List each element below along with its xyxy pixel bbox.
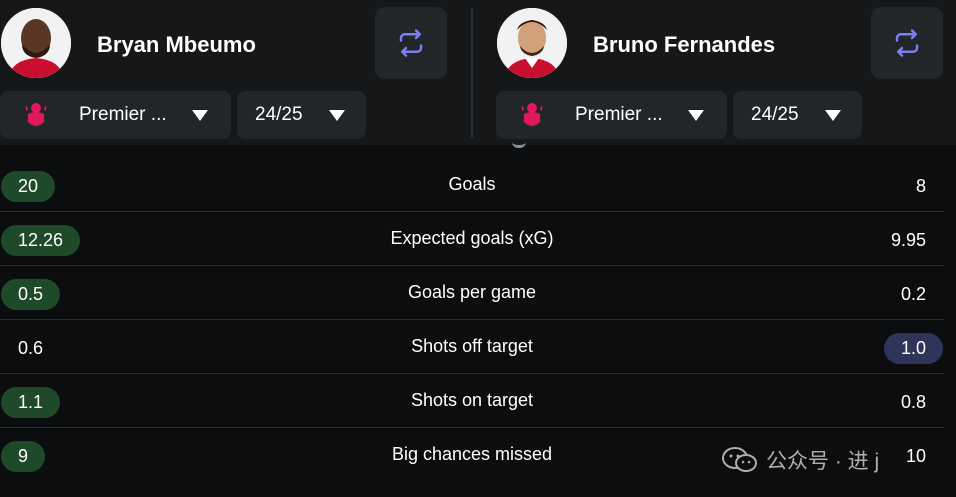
league-dropdown-value-left: Premier ... <box>79 104 167 125</box>
stat-value-right: 8 <box>915 176 926 196</box>
stat-label: Expected goals (xG) <box>390 228 554 248</box>
stat-row: 12.26 Expected goals (xG) 9.95 <box>0 212 944 266</box>
premier-league-icon <box>25 103 47 126</box>
player-name-right: Bruno Fernandes <box>593 32 776 57</box>
stat-row: 20 Goals 8 <box>0 158 944 212</box>
season-dropdown-right[interactable]: 24/25 <box>733 91 862 139</box>
stat-label: Goals per game <box>407 282 537 302</box>
league-dropdown-value-right: Premier ... <box>575 104 663 125</box>
season-dropdown-value-right: 24/25 <box>751 104 799 125</box>
stat-value-right: 0.2 <box>900 284 926 304</box>
player-photo-left <box>1 8 71 78</box>
season-dropdown-left[interactable]: 24/25 <box>237 91 366 139</box>
stat-value-right: 1.0 <box>883 333 943 364</box>
stat-label: Shots off target <box>411 336 533 356</box>
caret-down-icon <box>192 110 208 121</box>
season-dropdown-value-left: 24/25 <box>255 104 303 125</box>
watermark-text: 公众号 · 进 j <box>766 450 880 473</box>
stat-label: Goals <box>448 174 496 194</box>
caret-down-icon <box>688 110 704 121</box>
league-dropdown-left[interactable]: Premier ... <box>0 91 231 139</box>
player-avatar-left <box>1 8 71 78</box>
clipped-heading-glyph <box>512 142 526 148</box>
player-divider <box>471 8 473 138</box>
swap-player-button-left[interactable] <box>375 7 447 79</box>
stat-row: 0.6 Shots off target 1.0 <box>0 320 944 374</box>
caret-down-icon <box>329 110 345 121</box>
stat-value-right: 0.8 <box>900 392 926 412</box>
comparison-header: Bryan Mbeumo Premier ... 24/25 Bruno Fer… <box>0 0 956 145</box>
player-avatar-right <box>497 8 567 78</box>
stat-row: 1.1 Shots on target 0.8 <box>0 374 944 428</box>
swap-arrows-icon <box>399 29 423 57</box>
wechat-icon <box>722 447 757 472</box>
stat-value-right: 10 <box>905 446 926 466</box>
swap-arrows-icon <box>895 29 919 57</box>
swap-player-button-right[interactable] <box>871 7 943 79</box>
player-panel-right: Bruno Fernandes Premier ... 24/25 <box>496 0 956 145</box>
player-photo-right <box>497 8 567 78</box>
stats-table: 20 Goals 8 12.26 Expected goals (xG) 9.9… <box>0 158 944 482</box>
premier-league-icon <box>521 103 543 126</box>
league-dropdown-right[interactable]: Premier ... <box>496 91 727 139</box>
player-name-left: Bryan Mbeumo <box>97 32 256 57</box>
caret-down-icon <box>825 110 841 121</box>
stat-value-right: 9.95 <box>890 230 926 250</box>
wechat-watermark: 公众号 · 进 j <box>722 445 879 475</box>
player-panel-left: Bryan Mbeumo Premier ... 24/25 <box>0 0 460 145</box>
stat-row: 0.5 Goals per game 0.2 <box>0 266 944 320</box>
stat-label: Shots on target <box>410 390 534 410</box>
